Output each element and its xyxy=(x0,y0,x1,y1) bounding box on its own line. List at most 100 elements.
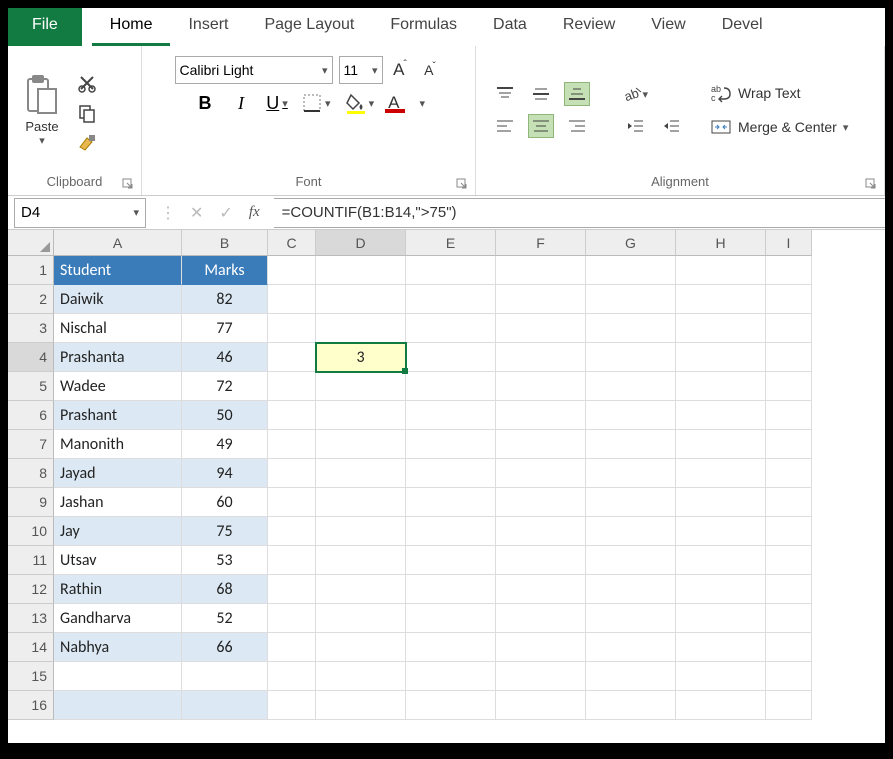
copy-button[interactable] xyxy=(76,102,98,124)
increase-indent-button[interactable] xyxy=(658,114,684,138)
cell[interactable] xyxy=(406,256,496,285)
cell[interactable]: 50 xyxy=(182,401,268,430)
font-name-combo[interactable]: Calibri Light ▾ xyxy=(175,56,333,84)
cell[interactable] xyxy=(676,430,766,459)
cell[interactable] xyxy=(676,285,766,314)
cell[interactable] xyxy=(496,401,586,430)
cell[interactable] xyxy=(586,343,676,372)
cell[interactable] xyxy=(496,633,586,662)
cell[interactable] xyxy=(54,691,182,720)
cell[interactable] xyxy=(182,662,268,691)
cell[interactable] xyxy=(586,546,676,575)
cell[interactable] xyxy=(496,285,586,314)
row-header[interactable]: 7 xyxy=(8,430,54,459)
align-middle-button[interactable] xyxy=(528,82,554,106)
cell[interactable] xyxy=(406,401,496,430)
cut-button[interactable] xyxy=(76,72,98,94)
cell[interactable] xyxy=(586,488,676,517)
row-header[interactable]: 6 xyxy=(8,401,54,430)
cell[interactable] xyxy=(316,691,406,720)
tab-home[interactable]: Home xyxy=(92,8,171,46)
cell[interactable] xyxy=(316,633,406,662)
cell[interactable] xyxy=(766,343,812,372)
italic-button[interactable]: I xyxy=(230,93,252,114)
fx-icon[interactable]: fx xyxy=(249,204,260,221)
col-header-a[interactable]: A xyxy=(54,230,182,256)
cell[interactable] xyxy=(586,314,676,343)
cell[interactable]: Jashan xyxy=(54,488,182,517)
cell[interactable] xyxy=(766,575,812,604)
tab-page-layout[interactable]: Page Layout xyxy=(246,8,372,46)
cell[interactable] xyxy=(316,517,406,546)
cell[interactable]: 66 xyxy=(182,633,268,662)
col-header-b[interactable]: B xyxy=(182,230,268,256)
cell[interactable] xyxy=(406,575,496,604)
cell[interactable] xyxy=(316,401,406,430)
cell[interactable]: 75 xyxy=(182,517,268,546)
orientation-button[interactable]: ab▾ xyxy=(622,82,648,106)
cell[interactable] xyxy=(766,488,812,517)
align-center-button[interactable] xyxy=(528,114,554,138)
cell[interactable] xyxy=(496,430,586,459)
col-header-g[interactable]: G xyxy=(586,230,676,256)
clipboard-launcher-icon[interactable] xyxy=(121,177,135,191)
cell[interactable] xyxy=(268,575,316,604)
cell[interactable] xyxy=(586,372,676,401)
font-size-combo[interactable]: 11 ▾ xyxy=(339,56,383,84)
cell[interactable] xyxy=(586,285,676,314)
col-header-d[interactable]: D xyxy=(316,230,406,256)
merge-center-button[interactable]: Merge & Center ▾ xyxy=(710,117,848,137)
align-bottom-button[interactable] xyxy=(564,82,590,106)
cell[interactable] xyxy=(406,633,496,662)
cell[interactable] xyxy=(316,604,406,633)
cell[interactable]: Nabhya xyxy=(54,633,182,662)
tab-review[interactable]: Review xyxy=(545,8,633,46)
cell[interactable] xyxy=(676,488,766,517)
cell[interactable] xyxy=(766,459,812,488)
cell[interactable]: Manonith xyxy=(54,430,182,459)
cell[interactable] xyxy=(676,662,766,691)
tab-view[interactable]: View xyxy=(633,8,703,46)
cell[interactable] xyxy=(406,604,496,633)
format-painter-button[interactable] xyxy=(76,132,98,154)
cell[interactable] xyxy=(406,546,496,575)
cell[interactable] xyxy=(766,314,812,343)
font-launcher-icon[interactable] xyxy=(455,177,469,191)
cell[interactable]: Nischal xyxy=(54,314,182,343)
cell[interactable] xyxy=(268,517,316,546)
cell[interactable]: 46 xyxy=(182,343,268,372)
cell[interactable] xyxy=(268,459,316,488)
cell[interactable]: 68 xyxy=(182,575,268,604)
tab-file[interactable]: File xyxy=(8,8,82,46)
row-header[interactable]: 11 xyxy=(8,546,54,575)
cell[interactable] xyxy=(406,662,496,691)
cell[interactable] xyxy=(316,372,406,401)
cell[interactable] xyxy=(766,604,812,633)
cell[interactable]: 77 xyxy=(182,314,268,343)
cell[interactable] xyxy=(586,691,676,720)
col-header-f[interactable]: F xyxy=(496,230,586,256)
cell[interactable] xyxy=(676,343,766,372)
cell[interactable] xyxy=(676,314,766,343)
cell[interactable] xyxy=(676,633,766,662)
cell[interactable]: Daiwik xyxy=(54,285,182,314)
cell[interactable] xyxy=(406,488,496,517)
cell[interactable]: 53 xyxy=(182,546,268,575)
cell[interactable] xyxy=(316,459,406,488)
cell[interactable] xyxy=(496,517,586,546)
cell[interactable] xyxy=(766,691,812,720)
cell[interactable] xyxy=(766,285,812,314)
cell[interactable] xyxy=(676,459,766,488)
decrease-indent-button[interactable] xyxy=(622,114,648,138)
tab-insert[interactable]: Insert xyxy=(170,8,246,46)
cell[interactable] xyxy=(406,314,496,343)
increase-font-button[interactable]: Aˆ xyxy=(389,57,413,83)
cell[interactable] xyxy=(406,517,496,546)
cell[interactable]: Marks xyxy=(182,256,268,285)
cell[interactable] xyxy=(586,633,676,662)
row-header[interactable]: 14 xyxy=(8,633,54,662)
cell[interactable] xyxy=(406,372,496,401)
active-cell[interactable]: 3 xyxy=(316,343,406,372)
row-header[interactable]: 3 xyxy=(8,314,54,343)
formula-input[interactable]: =COUNTIF(B1:B14,">75") xyxy=(274,198,885,228)
